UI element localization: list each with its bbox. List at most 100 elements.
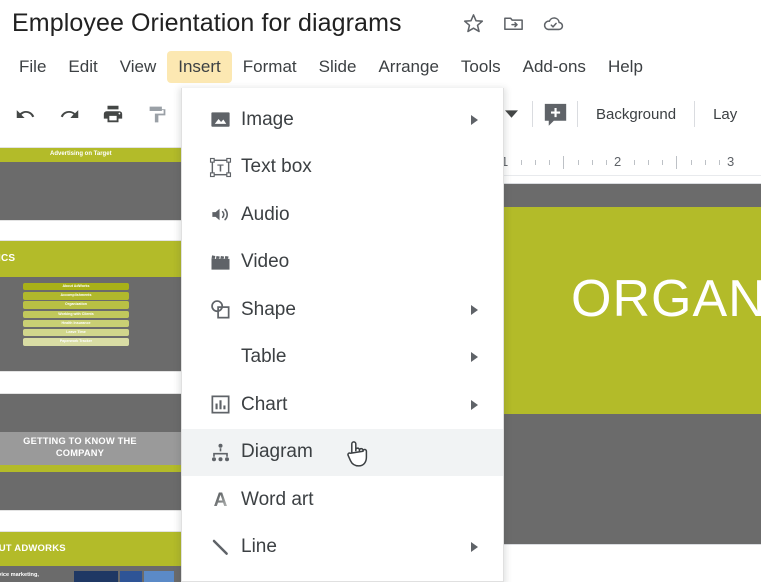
menu-tools[interactable]: Tools <box>450 51 512 83</box>
thumb-topic-pill: Working with Clients <box>23 310 129 318</box>
slide-title-text[interactable]: ORGAN <box>571 269 761 329</box>
line-icon <box>207 534 233 560</box>
insert-menu-item-text-box[interactable]: T Text box <box>182 144 503 192</box>
ruler-minor-tick <box>662 160 664 165</box>
ruler-minor-tick <box>535 160 537 165</box>
hand-pointer-cursor <box>342 437 372 471</box>
ruler-minor-tick <box>634 160 636 165</box>
menu-edit[interactable]: Edit <box>57 51 108 83</box>
slide-filmstrip[interactable]: Advertising on Target TOPICS About AdWor… <box>0 146 181 582</box>
menu-arrange[interactable]: Arrange <box>367 51 449 83</box>
thumb-image-placeholder-b <box>120 571 142 582</box>
text-box-icon: T <box>207 154 233 180</box>
toolbar-right-group: Background Lay <box>498 99 747 129</box>
horizontal-ruler[interactable]: 123 <box>495 146 761 176</box>
toolbar-divider-3 <box>694 101 696 127</box>
ruler-number: 2 <box>614 154 622 169</box>
insert-menu-item-word-art[interactable]: A Word art <box>182 476 503 524</box>
insert-menu-item-label: Text box <box>241 156 312 178</box>
submenu-arrow-icon <box>471 114 478 125</box>
insert-menu-item-table[interactable]: Table <box>182 334 503 382</box>
background-button[interactable]: Background <box>586 101 686 128</box>
insert-menu-item-video[interactable]: Video <box>182 239 503 287</box>
thumb-getting-to-know-the-company[interactable]: GETTING TO KNOW THE COMPANY <box>0 394 181 510</box>
current-slide[interactable]: ORGAN <box>501 184 761 544</box>
shape-icon <box>207 297 233 323</box>
audio-icon <box>207 202 233 228</box>
move-to-folder-icon[interactable] <box>502 12 525 35</box>
menu-format[interactable]: Format <box>232 51 308 83</box>
menu-file[interactable]: File <box>8 51 57 83</box>
thumb-topic-pill: Accomplishments <box>23 292 129 300</box>
add-comment-icon[interactable] <box>541 100 569 128</box>
ruler-major-tick <box>676 156 678 169</box>
insert-menu-dropdown[interactable]: Image T Text box Audio Video Shape Table C… <box>181 88 504 582</box>
slide-canvas-area: 123 ORGAN <box>495 146 761 582</box>
thumb-body-text: Full-service marketing, <box>0 572 39 578</box>
document-title[interactable]: Employee Orientation for diagrams <box>12 6 402 40</box>
chart-icon <box>207 392 233 418</box>
insert-menu-item-label: Audio <box>241 203 290 225</box>
thumb-banner-text: Advertising on Target <box>50 151 112 157</box>
toolbar-divider-1 <box>532 101 533 127</box>
insert-menu-list: Image T Text box Audio Video Shape Table C… <box>182 96 503 571</box>
insert-menu-item-shape[interactable]: Shape <box>182 286 503 334</box>
menu-insert[interactable]: Insert <box>167 51 232 83</box>
diagram-icon <box>207 439 233 465</box>
ruler-minor-tick <box>605 160 607 165</box>
ruler-minor-tick <box>521 160 523 165</box>
ruler-major-tick <box>563 156 565 169</box>
thumb-body-bottom <box>0 472 181 510</box>
thumb-topic-pill: Health Insurance <box>23 319 129 328</box>
toolbar-left-group <box>10 99 172 129</box>
menu-view[interactable]: View <box>109 51 168 83</box>
menu-item-list: File Edit View Insert Format Slide Arrange Tool… <box>8 48 654 86</box>
svg-text:T: T <box>217 162 224 174</box>
insert-menu-item-image[interactable]: Image <box>182 96 503 144</box>
star-icon[interactable] <box>462 12 485 35</box>
ruler-minor-tick <box>648 160 650 165</box>
thumb-image-placeholder-a <box>74 571 118 582</box>
thumb-topic-pill: Organization <box>23 301 129 309</box>
ruler-minor-tick <box>718 160 720 165</box>
ruler-minor-tick <box>591 160 593 165</box>
thumb-topic-pill: About AdWorks <box>23 283 129 291</box>
menu-slide[interactable]: Slide <box>308 51 368 83</box>
thumb-advertising-on-target[interactable]: Advertising on Target <box>0 148 181 220</box>
submenu-arrow-icon <box>471 542 478 553</box>
title-bar: Employee Orientation for diagrams <box>0 0 761 46</box>
menu-bar: File Edit View Insert Format Slide Arrange Tool… <box>0 48 761 88</box>
insert-menu-item-label: Chart <box>241 393 288 415</box>
ruler-number: 3 <box>727 154 735 169</box>
insert-menu-item-audio[interactable]: Audio <box>182 191 503 239</box>
thumb-about-adworks[interactable]: ABOUT ADWORKS Full-service marketing, <box>0 532 181 582</box>
paint-format-icon[interactable] <box>142 99 172 129</box>
ruler-minor-tick <box>704 160 706 165</box>
insert-menu-item-label: Table <box>241 346 287 368</box>
insert-menu-item-label: Image <box>241 108 294 130</box>
insert-menu-item-label: Line <box>241 536 277 558</box>
thumb-topics[interactable]: TOPICS About AdWorksAccomplishmentsOrgan… <box>0 241 181 371</box>
undo-icon[interactable] <box>10 99 40 129</box>
layout-button[interactable]: Lay <box>703 101 747 128</box>
insert-menu-item-diagram[interactable]: Diagram <box>182 428 503 476</box>
thumb-topic-pill: Leave Time <box>23 329 129 337</box>
menu-help[interactable]: Help <box>597 51 654 83</box>
thumb-banner <box>0 241 181 277</box>
slides-app-window: Employee Orientation for diagrams File Ed… <box>0 0 761 582</box>
thumb-topic-pill: Paperwork Tracker <box>23 338 129 346</box>
ruler-minor-tick <box>577 160 579 165</box>
print-icon[interactable] <box>98 99 128 129</box>
insert-menu-item-label: Video <box>241 251 290 273</box>
ruler-marks: 123 <box>501 153 761 171</box>
insert-menu-item-chart[interactable]: Chart <box>182 381 503 429</box>
thumb-banner-text: GETTING TO KNOW THE COMPANY <box>23 436 137 458</box>
thumb-image-placeholder-c <box>144 571 174 582</box>
menu-add-ons[interactable]: Add-ons <box>512 51 597 83</box>
cloud-saved-icon[interactable] <box>542 12 565 35</box>
submenu-arrow-icon <box>471 352 478 363</box>
toolbar-divider-2 <box>577 101 578 127</box>
ruler-minor-tick <box>549 160 551 165</box>
insert-menu-item-line[interactable]: Line <box>182 524 503 572</box>
redo-icon[interactable] <box>54 99 84 129</box>
